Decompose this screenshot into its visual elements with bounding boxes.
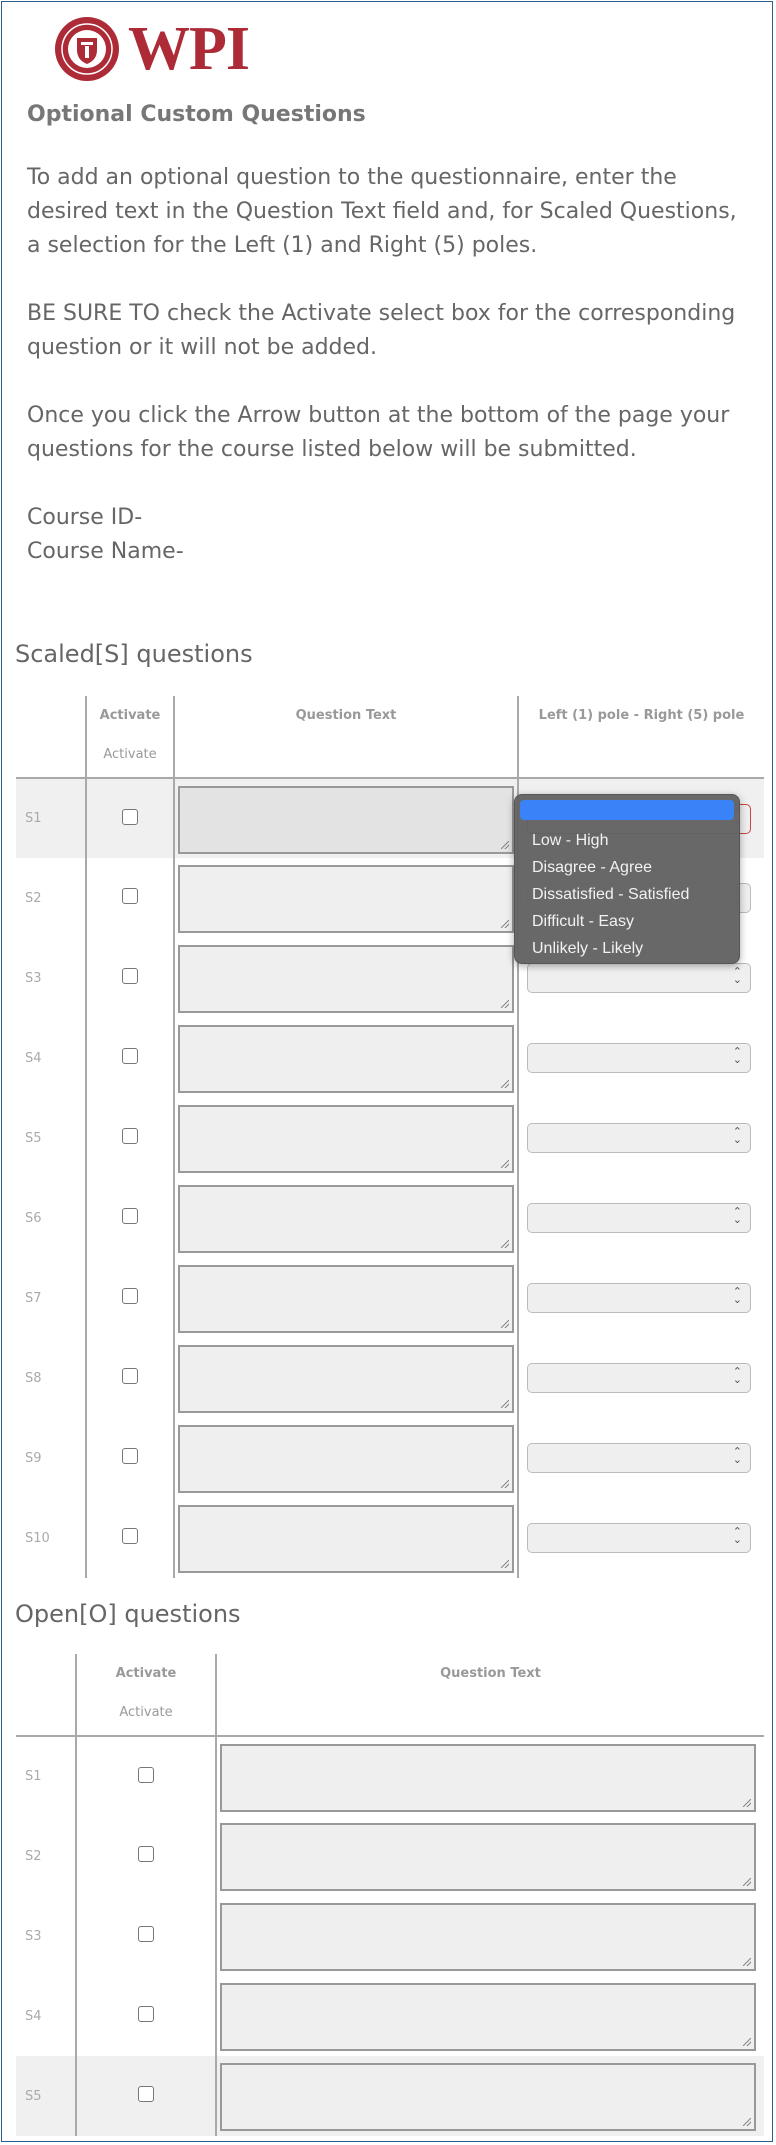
scaled-row: S7 (16, 1258, 764, 1338)
open-section-title: Open[O] questions (15, 1600, 241, 1628)
scaled-row-label: S1 (16, 778, 86, 858)
scaled-section-title: Scaled[S] questions (15, 640, 253, 668)
scaled-question-textarea[interactable] (178, 1505, 514, 1573)
open-question-textarea[interactable] (220, 1823, 756, 1891)
course-id-label: Course ID- (27, 505, 143, 530)
pole-select[interactable] (527, 1123, 751, 1153)
scaled-row-label: S6 (25, 1210, 42, 1226)
pole-option-empty[interactable] (520, 800, 734, 820)
open-row: S1 (16, 1736, 764, 1816)
open-activate-checkbox[interactable] (138, 1926, 154, 1942)
scaled-row-label: S3 (25, 970, 42, 986)
scaled-question-textarea[interactable] (178, 865, 514, 933)
open-question-textarea[interactable] (220, 2063, 756, 2131)
open-row: S2 (16, 1816, 764, 1896)
scaled-row-label: S5 (25, 1130, 42, 1146)
open-question-textarea[interactable] (220, 1743, 756, 1812)
scaled-activate-checkbox[interactable] (122, 1448, 138, 1464)
scaled-row-label: S9 (25, 1450, 42, 1466)
open-question-textarea[interactable] (220, 1983, 756, 2051)
open-header-question-text: Question Text (215, 1654, 764, 1737)
scaled-header-activate-sub: Activate (103, 747, 157, 762)
scaled-activate-checkbox[interactable] (122, 1128, 138, 1144)
open-activate-checkbox[interactable] (138, 1846, 154, 1862)
pole-option-low-high[interactable]: Low - High (520, 827, 734, 854)
open-row-label: S3 (25, 1928, 42, 1944)
scaled-question-textarea[interactable] (178, 1345, 514, 1413)
scaled-header-pole: Left (1) pole - Right (5) pole (517, 696, 764, 779)
pole-option-dissatisfied-satisfied[interactable]: Dissatisfied - Satisfied (520, 881, 734, 908)
pole-option-difficult-easy[interactable]: Difficult - Easy (520, 908, 734, 935)
page-frame: WPI Optional Custom Questions To add an … (1, 1, 773, 2142)
pole-select[interactable] (527, 1043, 751, 1073)
scaled-row: S8 (16, 1338, 764, 1418)
scaled-question-textarea[interactable] (178, 1025, 514, 1093)
open-header-label (16, 1654, 76, 1737)
pole-select-dropdown-menu[interactable]: Low - High Disagree - Agree Dissatisfied… (514, 794, 740, 964)
intro-paragraph-2: BE SURE TO check the Activate select box… (27, 301, 736, 360)
pole-select[interactable] (527, 963, 751, 993)
pole-select[interactable] (527, 1203, 751, 1233)
scaled-question-textarea[interactable] (178, 945, 514, 1013)
scaled-activate-checkbox[interactable] (122, 808, 138, 825)
scaled-question-textarea[interactable] (178, 1185, 514, 1253)
pole-select[interactable] (527, 1283, 751, 1313)
open-activate-checkbox[interactable] (138, 1766, 154, 1783)
pole-option-unlikely-likely[interactable]: Unlikely - Likely (520, 935, 734, 962)
scaled-question-textarea[interactable] (178, 785, 514, 854)
scaled-activate-checkbox[interactable] (122, 1368, 138, 1384)
intro-paragraph-3: Once you click the Arrow button at the b… (27, 403, 730, 462)
scaled-question-textarea[interactable] (178, 1425, 514, 1493)
scaled-activate-checkbox[interactable] (122, 968, 138, 984)
open-activate-checkbox[interactable] (138, 2006, 154, 2022)
scaled-row-label: S4 (25, 1050, 42, 1066)
scaled-row: S5 (16, 1098, 764, 1178)
intro-section: Optional Custom Questions To add an opti… (27, 102, 757, 569)
scaled-question-textarea[interactable] (178, 1265, 514, 1333)
scaled-question-textarea[interactable] (178, 1105, 514, 1173)
open-header-activate: Activate Activate (75, 1654, 216, 1737)
scaled-activate-checkbox[interactable] (122, 1208, 138, 1224)
scaled-activate-checkbox[interactable] (122, 1288, 138, 1304)
scaled-row-label: S8 (25, 1370, 42, 1386)
scaled-header-question-text: Question Text (173, 696, 518, 779)
scaled-row-label: S10 (25, 1530, 50, 1546)
logo-wordmark: WPI (128, 15, 250, 83)
university-seal-icon (55, 17, 119, 81)
open-activate-checkbox[interactable] (138, 2086, 154, 2102)
open-row-label: S1 (25, 1769, 42, 1784)
scaled-row: S4 (16, 1018, 764, 1098)
open-row: S4 (16, 1976, 764, 2056)
open-questions-table: Activate Activate Question Text S1 S2 S3 S4… (16, 1654, 764, 2136)
scaled-header-label (16, 696, 86, 779)
pole-select[interactable] (527, 1443, 751, 1473)
scaled-row-label: S2 (25, 890, 42, 906)
course-name-label: Course Name- (27, 539, 184, 564)
pole-select[interactable] (527, 1363, 751, 1393)
scaled-row-label: S7 (25, 1290, 42, 1306)
scaled-activate-checkbox[interactable] (122, 888, 138, 904)
open-header-activate-sub: Activate (119, 1705, 173, 1720)
intro-paragraph-1: To add an optional question to the quest… (27, 165, 737, 258)
open-row-label: S2 (25, 1848, 42, 1864)
pole-select[interactable] (527, 1523, 751, 1553)
open-row-label: S5 (16, 2056, 76, 2136)
scaled-row: S9 (16, 1418, 764, 1498)
open-row-label: S4 (25, 2008, 42, 2024)
scaled-activate-checkbox[interactable] (122, 1048, 138, 1064)
scaled-row: S10 (16, 1498, 764, 1578)
open-row: S5 (16, 2056, 764, 2136)
open-question-textarea[interactable] (220, 1903, 756, 1971)
wpi-logo: WPI (54, 14, 250, 84)
scaled-activate-checkbox[interactable] (122, 1528, 138, 1544)
pole-option-disagree-agree[interactable]: Disagree - Agree (520, 854, 734, 881)
scaled-header-activate: Activate Activate (85, 696, 174, 779)
page-title: Optional Custom Questions (27, 102, 366, 127)
open-row: S3 (16, 1896, 764, 1976)
scaled-row: S6 (16, 1178, 764, 1258)
